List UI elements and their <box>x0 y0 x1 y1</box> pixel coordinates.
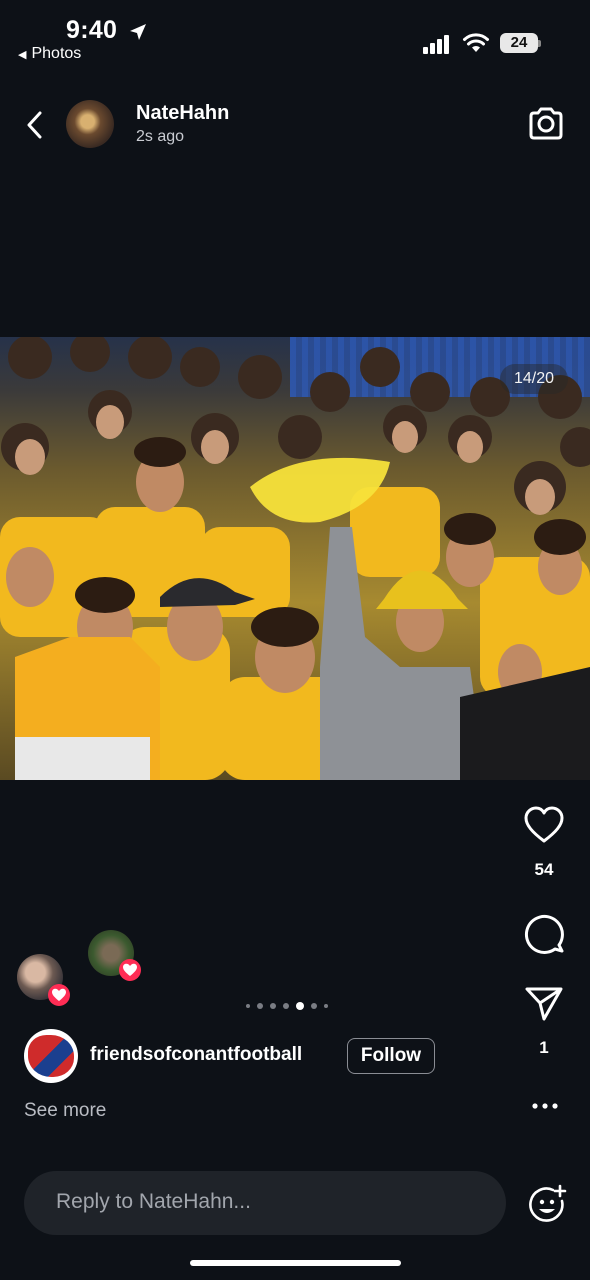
account-avatar[interactable] <box>24 1029 78 1083</box>
reaction-heart-icon <box>119 959 141 981</box>
home-indicator[interactable] <box>190 1260 401 1266</box>
photo-counter: 14/20 <box>500 364 568 394</box>
back-to-photos-link[interactable]: ◀ Photos <box>18 45 81 63</box>
story-username[interactable]: NateHahn <box>136 102 229 125</box>
emoji-add-icon[interactable] <box>528 1184 568 1224</box>
mascot-logo-icon <box>28 1035 74 1077</box>
battery-nub <box>538 40 541 47</box>
like-count: 54 <box>534 860 554 879</box>
carousel-dot <box>257 1003 263 1009</box>
send-count: 1 <box>539 1038 549 1057</box>
carousel-dots <box>246 1002 328 1010</box>
carousel-dot <box>311 1003 317 1009</box>
location-arrow-icon <box>130 24 146 40</box>
story-time-ago: 2s ago <box>136 128 185 145</box>
story-avatar[interactable] <box>66 100 114 148</box>
send-icon[interactable] <box>524 985 564 1023</box>
carousel-dot <box>270 1003 276 1009</box>
see-more-link[interactable]: See more <box>24 1100 106 1122</box>
more-icon[interactable] <box>530 1096 560 1116</box>
reply-placeholder: Reply to NateHahn... <box>56 1190 251 1213</box>
carousel-dot <box>246 1004 250 1008</box>
carousel-dot <box>324 1004 328 1008</box>
camera-icon[interactable] <box>526 104 566 144</box>
battery-icon: 24 <box>500 33 538 53</box>
carousel-dot-active <box>296 1002 304 1010</box>
heart-icon[interactable] <box>523 805 565 845</box>
back-app-label: Photos <box>31 45 82 62</box>
comment-icon[interactable] <box>523 912 565 954</box>
photo-crowd-illustration <box>0 337 590 780</box>
follow-button[interactable]: Follow <box>347 1038 435 1074</box>
carousel-dot <box>283 1003 289 1009</box>
reaction-heart-icon <box>48 984 70 1006</box>
signal-icon <box>423 35 449 54</box>
account-name[interactable]: friendsofconantfootball <box>90 1044 302 1066</box>
back-triangle-icon: ◀ <box>18 49 27 61</box>
status-time: 9:40 <box>66 16 118 44</box>
back-chevron-icon[interactable] <box>22 108 48 142</box>
wifi-icon <box>463 33 489 52</box>
story-photo[interactable] <box>0 337 590 780</box>
